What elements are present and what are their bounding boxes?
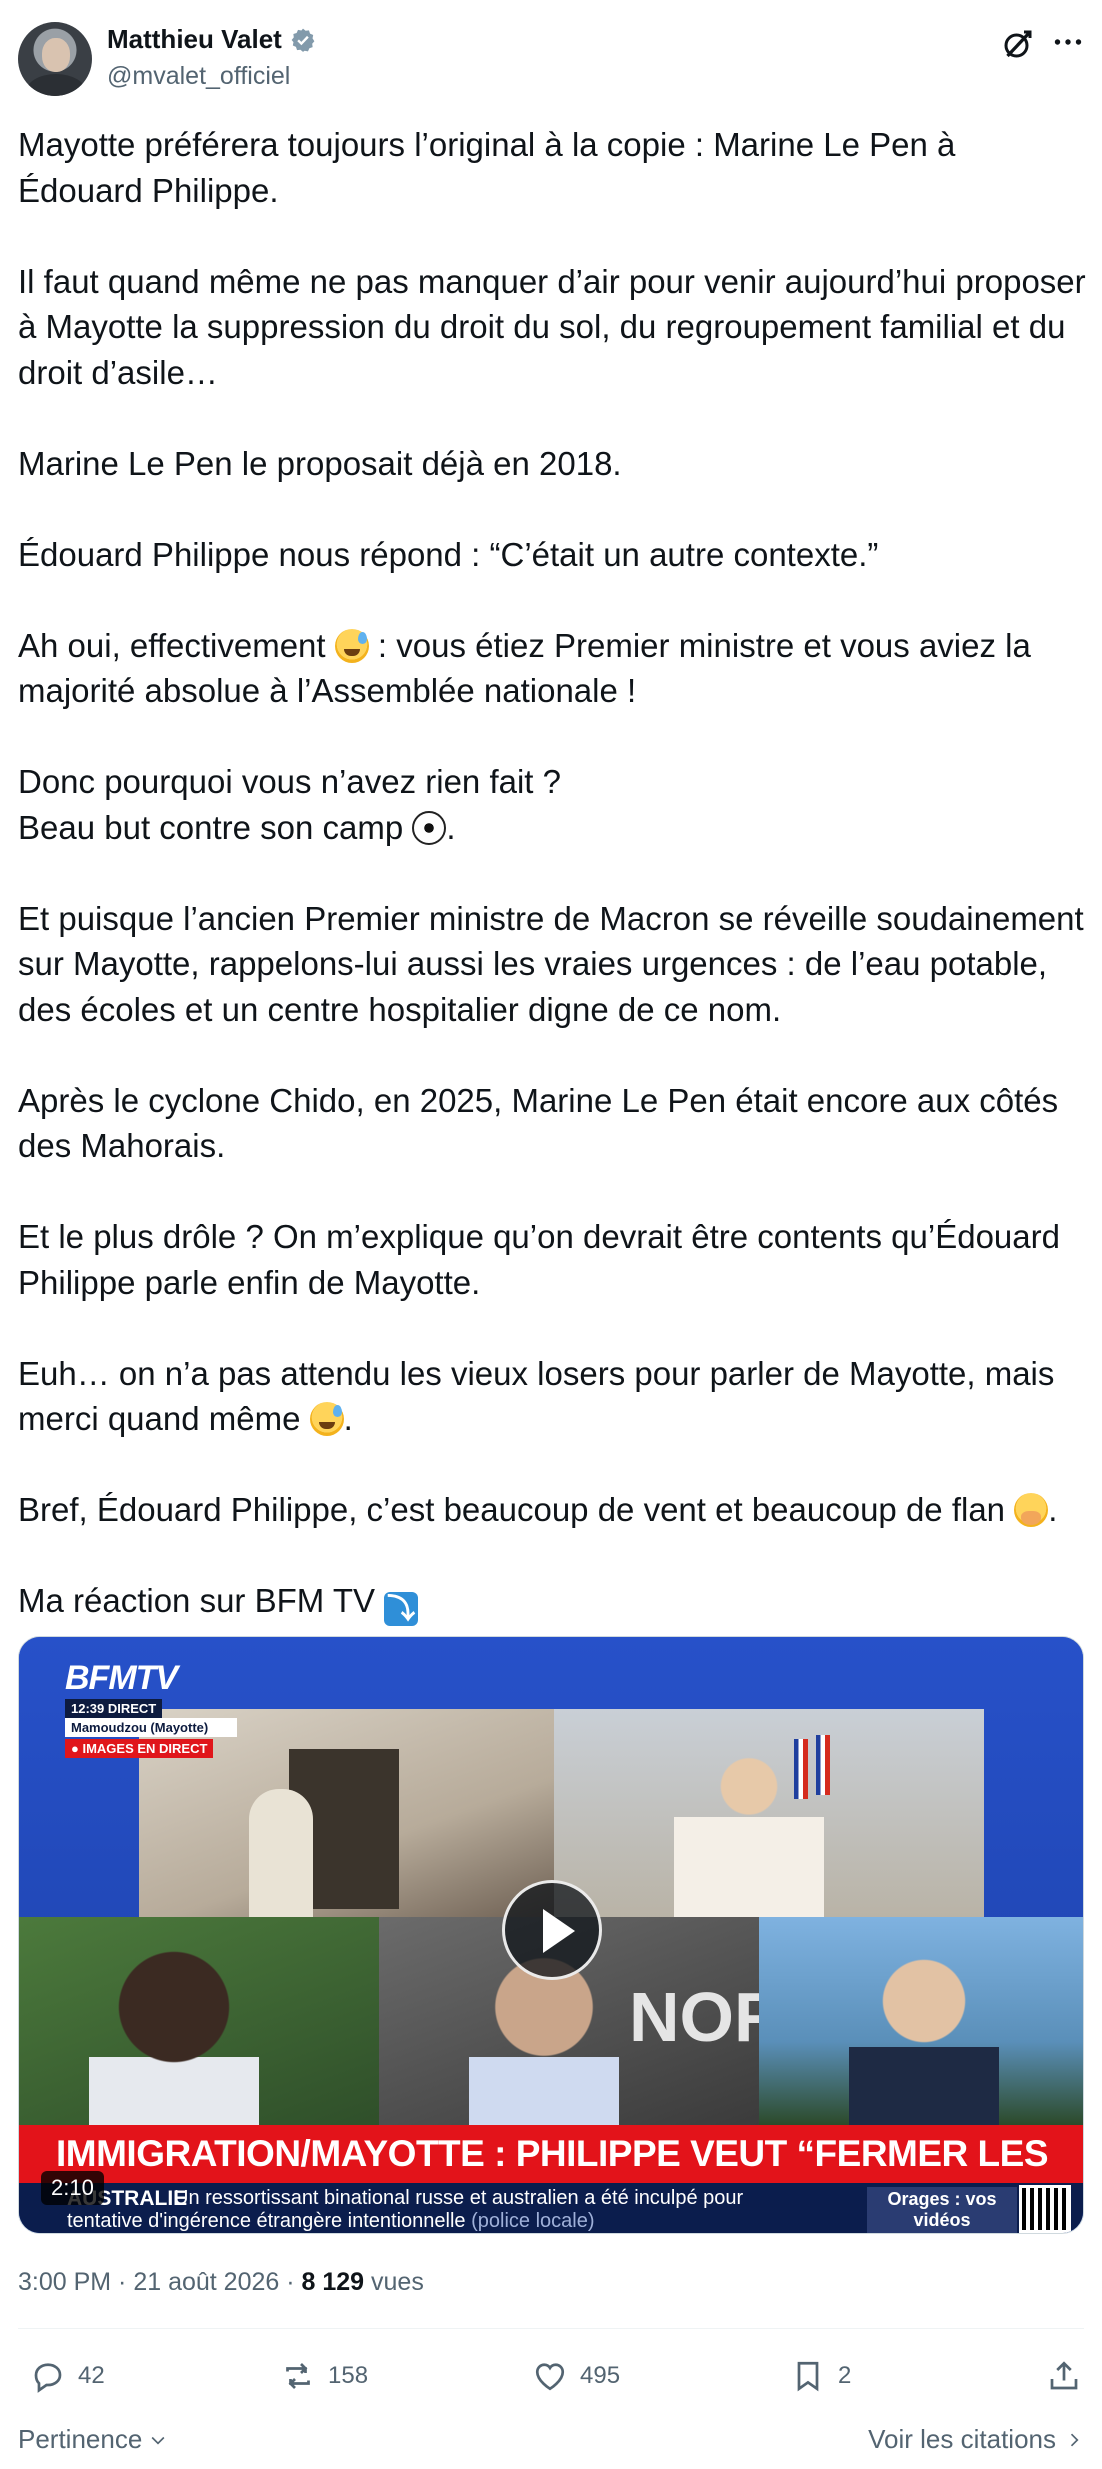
video-panel-guest-1 (19, 1917, 379, 2125)
live-info-box: 12:39 DIRECT Mamoudzou (Mayotte) ● IMAGE… (65, 1699, 245, 1758)
post-paragraph: Il faut quand même ne pas manquer d’air … (18, 262, 1086, 391)
avatar-shoulders (26, 74, 86, 96)
bookmark-button[interactable]: 2 (790, 2358, 851, 2394)
text-segment: Beau but contre son camp (18, 808, 413, 846)
avatar-face (42, 38, 70, 72)
text-segment: Donc pourquoi vous n’avez rien fait ? (18, 763, 561, 800)
sweat-smile-emoji-icon (334, 628, 369, 663)
reply-button[interactable]: 42 (30, 2358, 105, 2394)
ticker-text-2: tentative d'ingérence étrangère intentio… (67, 2210, 466, 2232)
repost-count: 158 (328, 2362, 369, 2389)
text-segment: . (446, 808, 456, 846)
post-paragraph: Et le plus drôle ? On m’explique qu’on d… (18, 1218, 1060, 1301)
panel-guest (89, 1937, 259, 2125)
sort-label: Pertinence (18, 2424, 143, 2454)
share-icon (1050, 2361, 1078, 2390)
live-time: 12:39 DIRECT (65, 1699, 163, 1718)
text-segment: Euh… on n’a pas attendu les vieux losers… (18, 1354, 1055, 1438)
play-button-icon[interactable] (502, 1880, 602, 1980)
post-text: Mayotte préférera toujours l’original à … (18, 122, 1088, 1672)
view-count: 8 129 (301, 2268, 365, 2296)
bookmark-icon (797, 2361, 819, 2392)
author-handle[interactable]: @mvalet_officiel (107, 62, 290, 91)
shushing-face-emoji-icon (1014, 1493, 1049, 1527)
post-timestamp[interactable]: 3:00 PM · 21 août 2026 · (18, 2268, 302, 2296)
arrow-down-emoji-icon: ⤵ (384, 1592, 419, 1626)
like-button[interactable]: 495 (532, 2358, 620, 2394)
post-paragraph: Et puisque l’ancien Premier ministre de … (18, 899, 1084, 1028)
text-segment: . (1048, 1491, 1058, 1528)
views-label: vues (364, 2268, 424, 2296)
live-location: Mamoudzou (Mayotte) (65, 1718, 237, 1737)
bfmtv-logo-text: BFMTV (65, 1659, 178, 1697)
repost-button[interactable]: 158 (280, 2358, 368, 2394)
live-tag: ● IMAGES EN DIRECT (65, 1739, 214, 1758)
sort-dropdown[interactable]: Pertinence (18, 2424, 168, 2455)
post-paragraph: Euh… on n’a pas attendu les vieux losers… (18, 1351, 1088, 1442)
post-paragraph: Mayotte préférera toujours l’original à … (18, 126, 956, 209)
reply-count: 42 (78, 2362, 105, 2389)
verified-badge-icon (291, 28, 315, 52)
text-segment: Ah oui, effectivement (18, 626, 335, 664)
promo-box: Orages : vos vidéos (867, 2187, 1017, 2233)
avatar[interactable] (18, 22, 92, 96)
action-bar: 42 158 495 2 (0, 2346, 1102, 2410)
video-duration: 2:10 (41, 2171, 104, 2205)
post-meta: 3:00 PM · 21 août 2026 · 8 129 vues (18, 2268, 424, 2297)
view-quotes-link[interactable]: Voir les citations (868, 2424, 1084, 2455)
reply-icon (34, 2363, 62, 2393)
video-panel-anchor-studio (554, 1709, 984, 1919)
divider (18, 2328, 1084, 2329)
sweat-smile-emoji-icon (309, 1402, 344, 1436)
ticker-source: (police locale) (471, 2210, 595, 2232)
post-paragraph: Ma réaction sur BFM TV ⤵ (18, 1578, 1088, 1626)
panel-person (249, 1789, 313, 1919)
post-header: Matthieu Valet @mvalet_officiel (0, 0, 1102, 110)
post-paragraph: Ah oui, effectivement : vous étiez Premi… (18, 623, 1088, 714)
text-segment: Bref, Édouard Philippe, c’est beaucoup d… (18, 1491, 1015, 1528)
qr-code-icon (1019, 2185, 1071, 2233)
soccer-ball-emoji-icon (412, 810, 447, 845)
author-name[interactable]: Matthieu Valet (107, 24, 282, 55)
chevron-down-icon (151, 2436, 165, 2445)
repost-icon (286, 2363, 310, 2389)
post-paragraph: Bref, Édouard Philippe, c’est beaucoup d… (18, 1487, 1088, 1533)
post-paragraph: Donc pourquoi vous n’avez rien fait ? Bea… (18, 759, 1088, 850)
grok-icon[interactable] (1000, 26, 1036, 62)
quotes-label: Voir les citations (868, 2424, 1056, 2454)
heart-icon (535, 2363, 565, 2391)
more-options-icon[interactable] (1050, 24, 1086, 60)
text-segment: Ma réaction sur BFM TV (18, 1582, 385, 1619)
bfmtv-logo: BFMTV (65, 1659, 183, 1699)
share-button[interactable] (1046, 2358, 1082, 2394)
ticker-text-line-2: tentative d'ingérence étrangère intentio… (67, 2210, 867, 2233)
post-paragraph: Édouard Philippe nous répond : “C’était … (18, 535, 879, 573)
panel-anchor (674, 1749, 824, 1919)
bookmark-count: 2 (838, 2362, 852, 2389)
text-segment: . (343, 1400, 353, 1437)
video-player[interactable]: BFMTV 12:39 DIRECT Mamoudzou (Mayotte) ●… (18, 1636, 1084, 2234)
author-name-row: Matthieu Valet (107, 24, 316, 55)
panel-anchor (849, 1937, 999, 2125)
video-ticker: AUSTRALIE Un ressortissant binational ru… (19, 2183, 1083, 2233)
like-count: 495 (580, 2362, 621, 2389)
post-paragraph: Marine Le Pen le proposait déjà en 2018. (18, 444, 622, 482)
post-paragraph: Après le cyclone Chido, en 2025, Marine … (18, 1081, 1059, 1165)
post-footer: Pertinence Voir les citations (0, 2418, 1102, 2468)
chevron-right-icon (1070, 2433, 1079, 2446)
video-panel-anchor-2 (759, 1917, 1083, 2125)
ticker-text: Un ressortissant binational russe et aus… (174, 2187, 744, 2209)
video-headline: IMMIGRATION/MAYOTTE : PHILIPPE VEUT “FER… (19, 2125, 1083, 2232)
panel-backdrop-text: NOR (629, 1978, 759, 2056)
